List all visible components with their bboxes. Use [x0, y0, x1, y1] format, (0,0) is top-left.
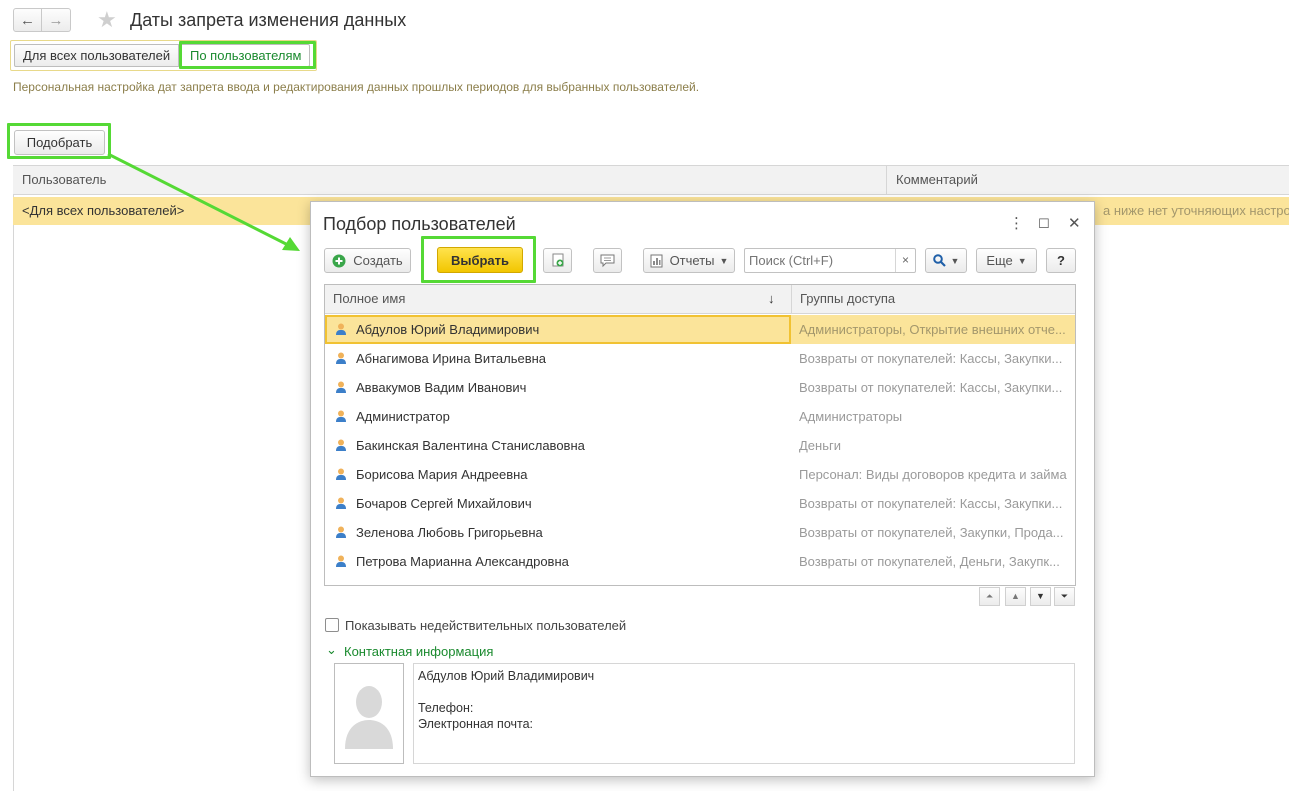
search-input[interactable] [745, 249, 893, 272]
chevron-down-icon: ▼ [950, 255, 960, 266]
user-full-name: Абдулов Юрий Владимирович [356, 322, 540, 337]
user-icon [336, 439, 346, 451]
table-row[interactable]: Абдулов Юрий Владимирович Администраторы,… [325, 315, 1075, 344]
description-text: Персональная настройка дат запрета ввода… [13, 80, 700, 94]
grid-header: Полное имя ↓ Группы доступа [325, 285, 1075, 314]
table-row[interactable]: Зеленова Любовь Григорьевна Возвраты от п… [325, 518, 1075, 547]
user-full-name: Аввакумов Вадим Иванович [356, 380, 527, 395]
user-access-groups: Персонал: Виды договоров кредита и займа [799, 467, 1067, 482]
contact-name: Абдулов Юрий Владимирович [418, 669, 595, 683]
maximize-icon[interactable]: ☐ [1038, 216, 1050, 232]
table-row[interactable]: Бакинская Валентина Станиславовна Деньги [325, 431, 1075, 460]
sort-down-icon[interactable]: ↓ [768, 285, 775, 313]
row-comment-cell: а ниже нет уточняющих настрое [1103, 203, 1289, 218]
create-label: Создать [353, 253, 403, 268]
report-icon [650, 254, 663, 267]
user-icon [336, 352, 346, 364]
table-border [13, 165, 14, 791]
arrow-right-icon: → [48, 11, 64, 29]
search-icon [932, 254, 946, 267]
clear-search-icon[interactable]: × [895, 249, 915, 272]
user-full-name: Абнагимова Ирина Витальевна [356, 351, 547, 366]
reports-dropdown[interactable]: Отчеты ▼ [643, 248, 735, 273]
document-add-icon [552, 253, 563, 267]
table-row[interactable]: Абнагимова Ирина Витальевна Возвраты от п… [325, 344, 1075, 373]
user-access-groups: Возвраты от покупателей: Кассы, Закупки.… [799, 351, 1063, 366]
column-header-full-name[interactable]: Полное имя [333, 285, 405, 313]
user-full-name: Борисова Мария Андреевна [356, 467, 528, 482]
chevron-down-icon: ▼ [719, 255, 729, 266]
user-full-name: Зеленова Любовь Григорьевна [356, 525, 543, 540]
show-invalid-checkbox[interactable] [325, 618, 339, 632]
speech-bubble-icon [600, 254, 615, 267]
user-access-groups: Возвраты от покупателей, Закупки, Прода.… [799, 525, 1064, 540]
avatar-placeholder-icon [345, 686, 393, 749]
scroll-down-button[interactable]: ▼ [1030, 587, 1051, 606]
table-row[interactable]: Аввакумов Вадим Иванович Возвраты от поку… [325, 373, 1075, 402]
user-access-groups: Администраторы, Открытие внешних отче... [799, 322, 1066, 337]
user-access-groups: Возвраты от покупателей: Кассы, Закупки.… [799, 380, 1063, 395]
favorite-star-icon[interactable]: ★ [97, 7, 117, 33]
more-vertical-icon[interactable]: ⋮ [1009, 214, 1024, 232]
show-invalid-label[interactable]: Показывать недействительных пользователе… [345, 618, 626, 633]
user-icon [336, 468, 346, 480]
chevron-down-icon: ▼ [1017, 255, 1027, 266]
table-row[interactable]: Петрова Марианна Александровна Возвраты о… [325, 547, 1075, 576]
mode-by-users-button[interactable]: По пользователям [181, 44, 311, 67]
column-header-access-groups[interactable]: Группы доступа [791, 285, 1075, 314]
scroll-up-button[interactable]: ▲ [1005, 587, 1026, 606]
pick-users-button[interactable]: Подобрать [14, 130, 105, 155]
create-button[interactable]: Создать [324, 248, 411, 273]
comment-button[interactable] [593, 248, 622, 273]
more-actions-button[interactable]: Еще ▼ [976, 248, 1037, 273]
scroll-last-button[interactable]: ⏷ [1054, 587, 1075, 606]
table-row[interactable]: Администратор Администраторы [325, 402, 1075, 431]
table-row[interactable]: Борисова Мария Андреевна Персонал: Виды д… [325, 460, 1075, 489]
users-table-header: Пользователь Комментарий [13, 165, 1289, 195]
user-full-name: Администратор [356, 409, 450, 424]
column-header-comment[interactable]: Комментарий [886, 166, 1289, 194]
user-icon [336, 526, 346, 538]
arrow-left-icon: ← [20, 11, 35, 29]
help-button[interactable]: ? [1046, 248, 1076, 273]
user-icon [336, 381, 346, 393]
copy-add-button[interactable] [543, 248, 572, 273]
user-picker-dialog: Подбор пользователей ⋮ ☐ ✕ Создать Выбра… [310, 201, 1095, 777]
select-button[interactable]: Выбрать [437, 247, 523, 273]
close-icon[interactable]: ✕ [1068, 214, 1081, 232]
column-header-user[interactable]: Пользователь [13, 166, 106, 194]
user-access-groups: Возвраты от покупателей: Кассы, Закупки.… [799, 496, 1063, 511]
user-icon [336, 555, 346, 567]
user-full-name: Бочаров Сергей Михайлович [356, 496, 532, 511]
mode-all-users-button[interactable]: Для всех пользователей [14, 44, 180, 67]
forward-button[interactable]: → [42, 8, 71, 32]
contact-phone-label: Телефон: [418, 701, 474, 715]
scroll-first-button[interactable]: ⏶ [979, 587, 1000, 606]
plus-circle-icon [332, 254, 346, 267]
user-access-groups: Возвраты от покупателей, Деньги, Закупк.… [799, 554, 1060, 569]
row-user-cell: <Для всех пользователей> [22, 203, 185, 218]
contact-info-toggle[interactable]: Контактная информация [344, 644, 493, 659]
user-full-name: Бакинская Валентина Станиславовна [356, 438, 585, 453]
more-label: Еще [986, 253, 1013, 268]
dialog-title: Подбор пользователей [323, 214, 516, 234]
contact-info-panel: Абдулов Юрий Владимирович Телефон: Элект… [413, 663, 1075, 764]
user-photo [334, 663, 404, 764]
table-row[interactable]: Бочаров Сергей Михайлович Возвраты от пок… [325, 489, 1075, 518]
reports-label: Отчеты [669, 253, 715, 268]
back-button[interactable]: ← [13, 8, 42, 32]
users-grid: Полное имя ↓ Группы доступа Абдулов Юрий… [324, 284, 1076, 586]
contact-email-label: Электронная почта: [418, 717, 534, 731]
user-icon [336, 497, 346, 509]
user-access-groups: Администраторы [799, 409, 903, 424]
chevron-down-icon[interactable]: ⌄ [326, 642, 337, 658]
user-access-groups: Деньги [799, 438, 841, 453]
user-full-name: Петрова Марианна Александровна [356, 554, 569, 569]
user-icon [336, 323, 346, 335]
search-field: × [744, 248, 916, 273]
page-title: Даты запрета изменения данных [130, 10, 407, 30]
search-options-button[interactable]: ▼ [925, 248, 967, 273]
user-icon [336, 410, 346, 422]
mode-switch: Для всех пользователей По пользователям [10, 40, 317, 71]
